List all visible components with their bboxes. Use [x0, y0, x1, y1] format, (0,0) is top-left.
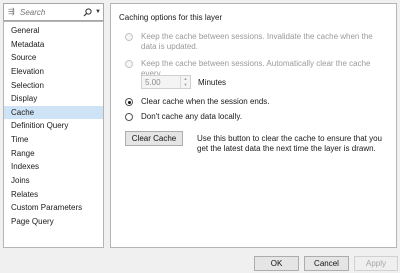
nav-item-general[interactable]: General [4, 24, 103, 38]
clear-session-end-label: Clear cache when the session ends. [141, 97, 270, 106]
panel-title: Caching options for this layer [119, 13, 223, 22]
cache-options-panel: Caching options for this layer Keep the … [110, 3, 397, 248]
option-keep-invalidate[interactable]: Keep the cache between sessions. Invalid… [125, 32, 390, 52]
nav-item-metadata[interactable]: Metadata [4, 38, 103, 52]
category-list: General Metadata Source Elevation Select… [3, 21, 104, 248]
nav-item-joins[interactable]: Joins [4, 174, 103, 188]
nav-item-elevation[interactable]: Elevation [4, 65, 103, 79]
nav-item-indexes[interactable]: Indexes [4, 160, 103, 174]
search-box[interactable]: ⇶ ▼ [3, 3, 104, 21]
cancel-button[interactable]: Cancel [304, 256, 349, 271]
nav-item-source[interactable]: Source [4, 51, 103, 65]
clear-session-end-radio[interactable] [125, 98, 133, 106]
search-icon[interactable] [81, 7, 93, 17]
dont-cache-label: Don't cache any data locally. [141, 112, 242, 121]
filter-icon[interactable]: ⇶ [8, 8, 18, 16]
nav-item-definition-query[interactable]: Definition Query [4, 119, 103, 133]
apply-button[interactable]: Apply [354, 256, 398, 271]
interval-unit-label: Minutes [198, 78, 227, 87]
nav-item-time[interactable]: Time [4, 133, 103, 147]
nav-item-display[interactable]: Display [4, 92, 103, 106]
nav-item-selection[interactable]: Selection [4, 79, 103, 93]
nav-item-cache[interactable]: Cache [4, 105, 103, 120]
clear-cache-button[interactable]: Clear Cache [125, 131, 183, 146]
chevron-down-icon[interactable]: ▼ [181, 82, 190, 88]
keep-invalidate-radio[interactable] [125, 33, 133, 41]
ok-button[interactable]: OK [254, 256, 299, 271]
nav-item-custom-parameters[interactable]: Custom Parameters [4, 201, 103, 215]
nav-item-relates[interactable]: Relates [4, 188, 103, 202]
cache-interval-input[interactable] [142, 76, 180, 88]
keep-auto-clear-radio[interactable] [125, 60, 133, 68]
chevron-down-icon[interactable]: ▼ [93, 9, 103, 15]
nav-item-page-query[interactable]: Page Query [4, 215, 103, 229]
cache-interval-stepper[interactable]: ▲ ▼ [141, 75, 191, 89]
search-input[interactable] [18, 5, 81, 19]
clear-cache-description: Use this button to clear the cache to en… [197, 134, 382, 153]
option-dont-cache[interactable]: Don't cache any data locally. [125, 112, 242, 122]
option-clear-session-end[interactable]: Clear cache when the session ends. [125, 97, 270, 107]
dont-cache-radio[interactable] [125, 113, 133, 121]
nav-item-range[interactable]: Range [4, 147, 103, 161]
keep-invalidate-label: Keep the cache between sessions. Invalid… [141, 32, 373, 51]
